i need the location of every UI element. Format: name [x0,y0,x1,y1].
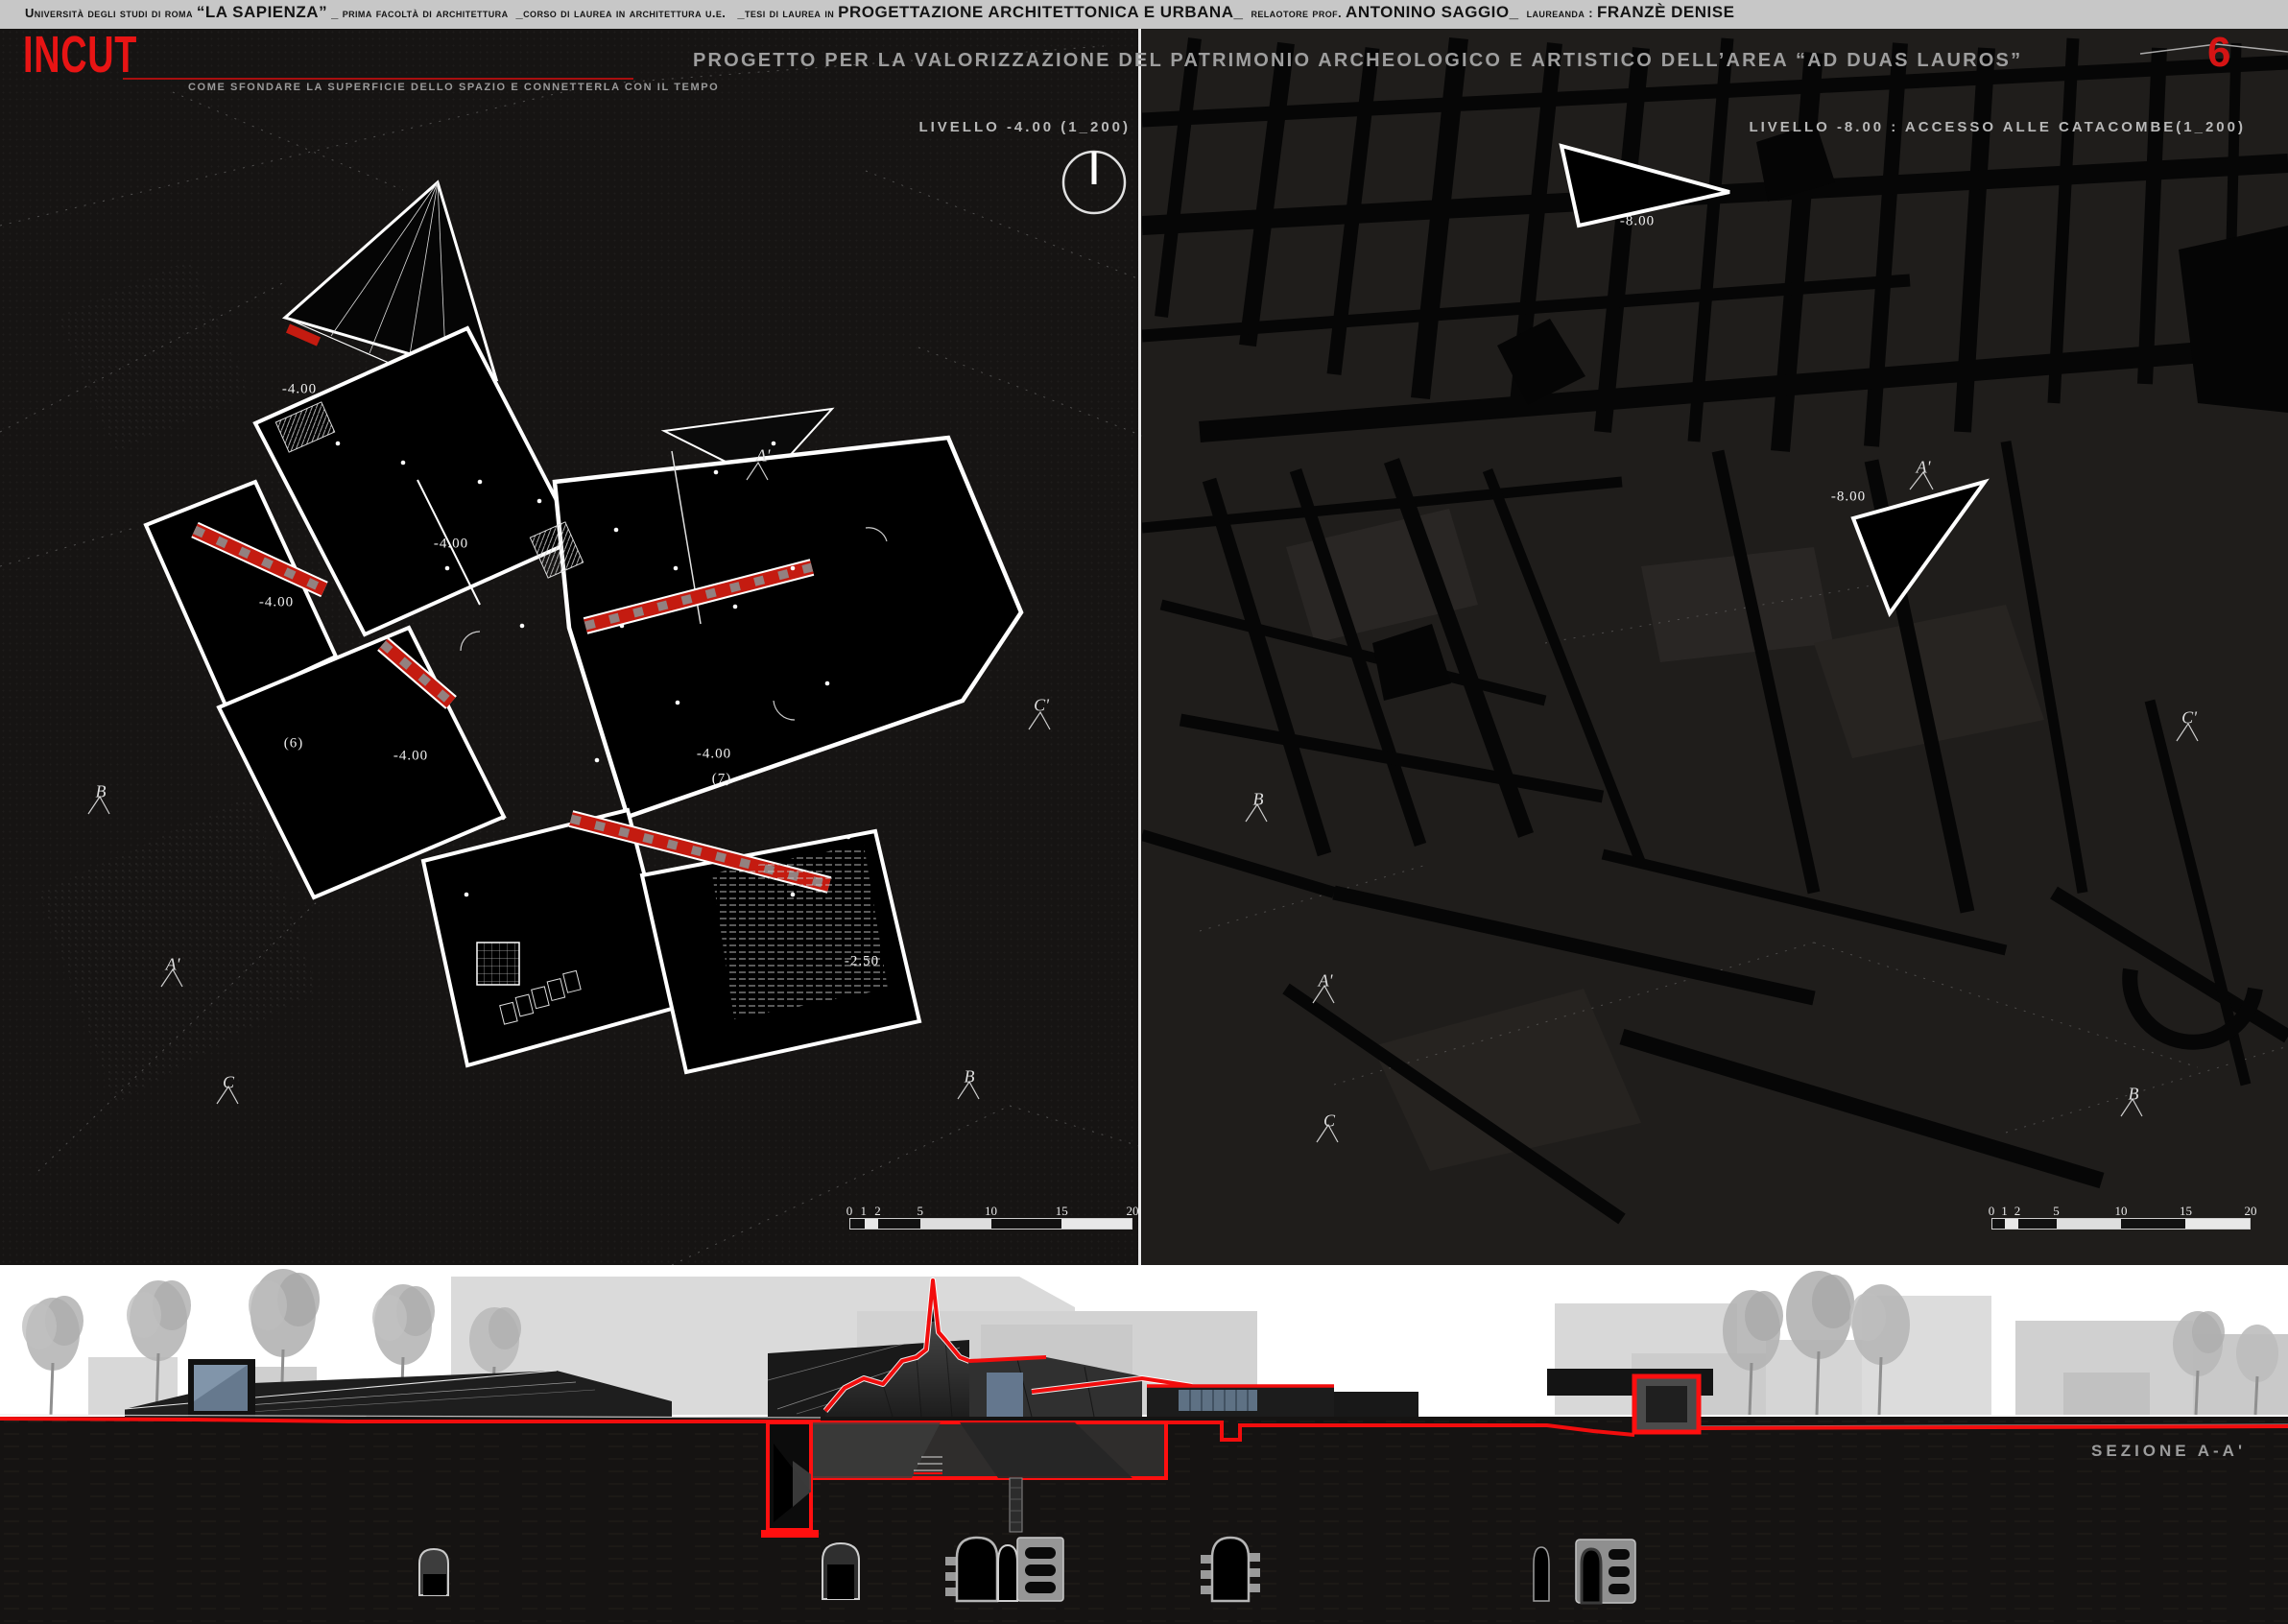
room-number-annotation: (7) [712,772,732,788]
level-annotation: -4.00 [393,749,428,765]
section-marker: C' [2181,708,2197,728]
section-marker: A' [756,446,771,466]
section-title: SEZIONE A-A' [2091,1442,2246,1461]
board-canvas: INCUT COME SFONDARE LA SUPERFICIE DELLO … [0,29,2288,1265]
header-university-name: “LA SAPIENZA” [197,3,327,22]
level-annotation: -4.00 [697,747,731,763]
section-marker: A' [166,955,180,975]
section-marker: A' [1917,458,1931,478]
page-number: 6 [2207,29,2230,77]
scale-tick: 20 [1127,1204,1139,1219]
header-thesis-subject: PROGETTAZIONE ARCHITETTONICA E URBANA_ [838,3,1243,22]
section-marker: B [1253,790,1264,810]
header-advisor-label: relaotore prof. [1243,6,1346,20]
brand-underline [123,78,633,80]
brand-subtitle: COME SFONDARE LA SUPERFICIE DELLO SPAZIO… [188,82,719,93]
level-annotation: -4.00 [434,537,468,553]
scale-bar-left: 0 1 2 5 10 15 20 [849,1204,1132,1234]
level-annotation: -2.50 [845,954,879,970]
section-marker: B [2129,1085,2139,1105]
scale-bar-segments [849,1218,1132,1230]
scale-tick: 5 [918,1204,924,1219]
section-marker: C' [1034,696,1049,716]
presentation-board: Università degli studi di roma “LA SAPIE… [0,0,2288,1624]
scale-tick-labels: 0 1 2 5 10 15 20 [1991,1204,2251,1218]
scale-tick: 1 [2001,1204,2008,1219]
header-advisor-name: ANTONINO SAGGIO_ [1346,3,1519,22]
header-student-label: laureanda : [1519,6,1597,20]
header-student-name: FRANZÈ DENISE [1597,3,1734,22]
scale-tick-labels: 0 1 2 5 10 15 20 [849,1204,1132,1218]
scale-tick: 15 [1056,1204,1068,1219]
section-marker: A' [1319,971,1333,991]
room-number-annotation: (6) [284,736,304,752]
right-panel-label: LIVELLO -8.00 : ACCESSO ALLE CATACOMBE(1… [1749,119,2246,135]
scale-tick: 0 [846,1204,853,1219]
header-bar: Università degli studi di roma “LA SAPIE… [0,0,2288,29]
scale-tick: 10 [985,1204,997,1219]
section-marker: B [965,1067,975,1087]
scale-bar-right: 0 1 2 5 10 15 20 [1991,1204,2251,1234]
level-annotation: -8.00 [1831,490,1866,506]
level-annotation: -8.00 [1620,214,1655,230]
scale-tick: 2 [874,1204,881,1219]
level-annotation: -4.00 [259,595,294,611]
plan-level-minus8 [1142,29,2288,1265]
section-marker: C [1323,1111,1335,1132]
header-university: Università degli studi di roma [25,6,197,20]
scale-bar-segments [1991,1218,2251,1230]
section-drawing: SEZIONE A-A' [0,1265,2288,1624]
scale-tick: 10 [2115,1204,2128,1219]
panel-divider [1138,29,1141,1265]
header-faculty: _ prima facoltà di architettura _corso d… [327,6,838,20]
left-panel-label: LIVELLO -4.00 (1_200) [918,119,1131,135]
scale-tick: 15 [2180,1204,2192,1219]
board-title: PROGETTO PER LA VALORIZZAZIONE DEL PATRI… [693,50,2022,72]
scale-tick: 0 [1989,1204,1995,1219]
north-indicator-icon [1063,152,1125,213]
scale-tick: 2 [2014,1204,2021,1219]
logo-incut: INCUT [23,29,137,81]
scale-tick: 1 [861,1204,868,1219]
scale-tick: 5 [2053,1204,2060,1219]
section-svg [0,1265,2288,1624]
level-annotation: -4.00 [282,382,317,398]
section-marker: C [223,1073,234,1093]
scale-tick: 20 [2245,1204,2257,1219]
section-marker: B [96,782,107,802]
